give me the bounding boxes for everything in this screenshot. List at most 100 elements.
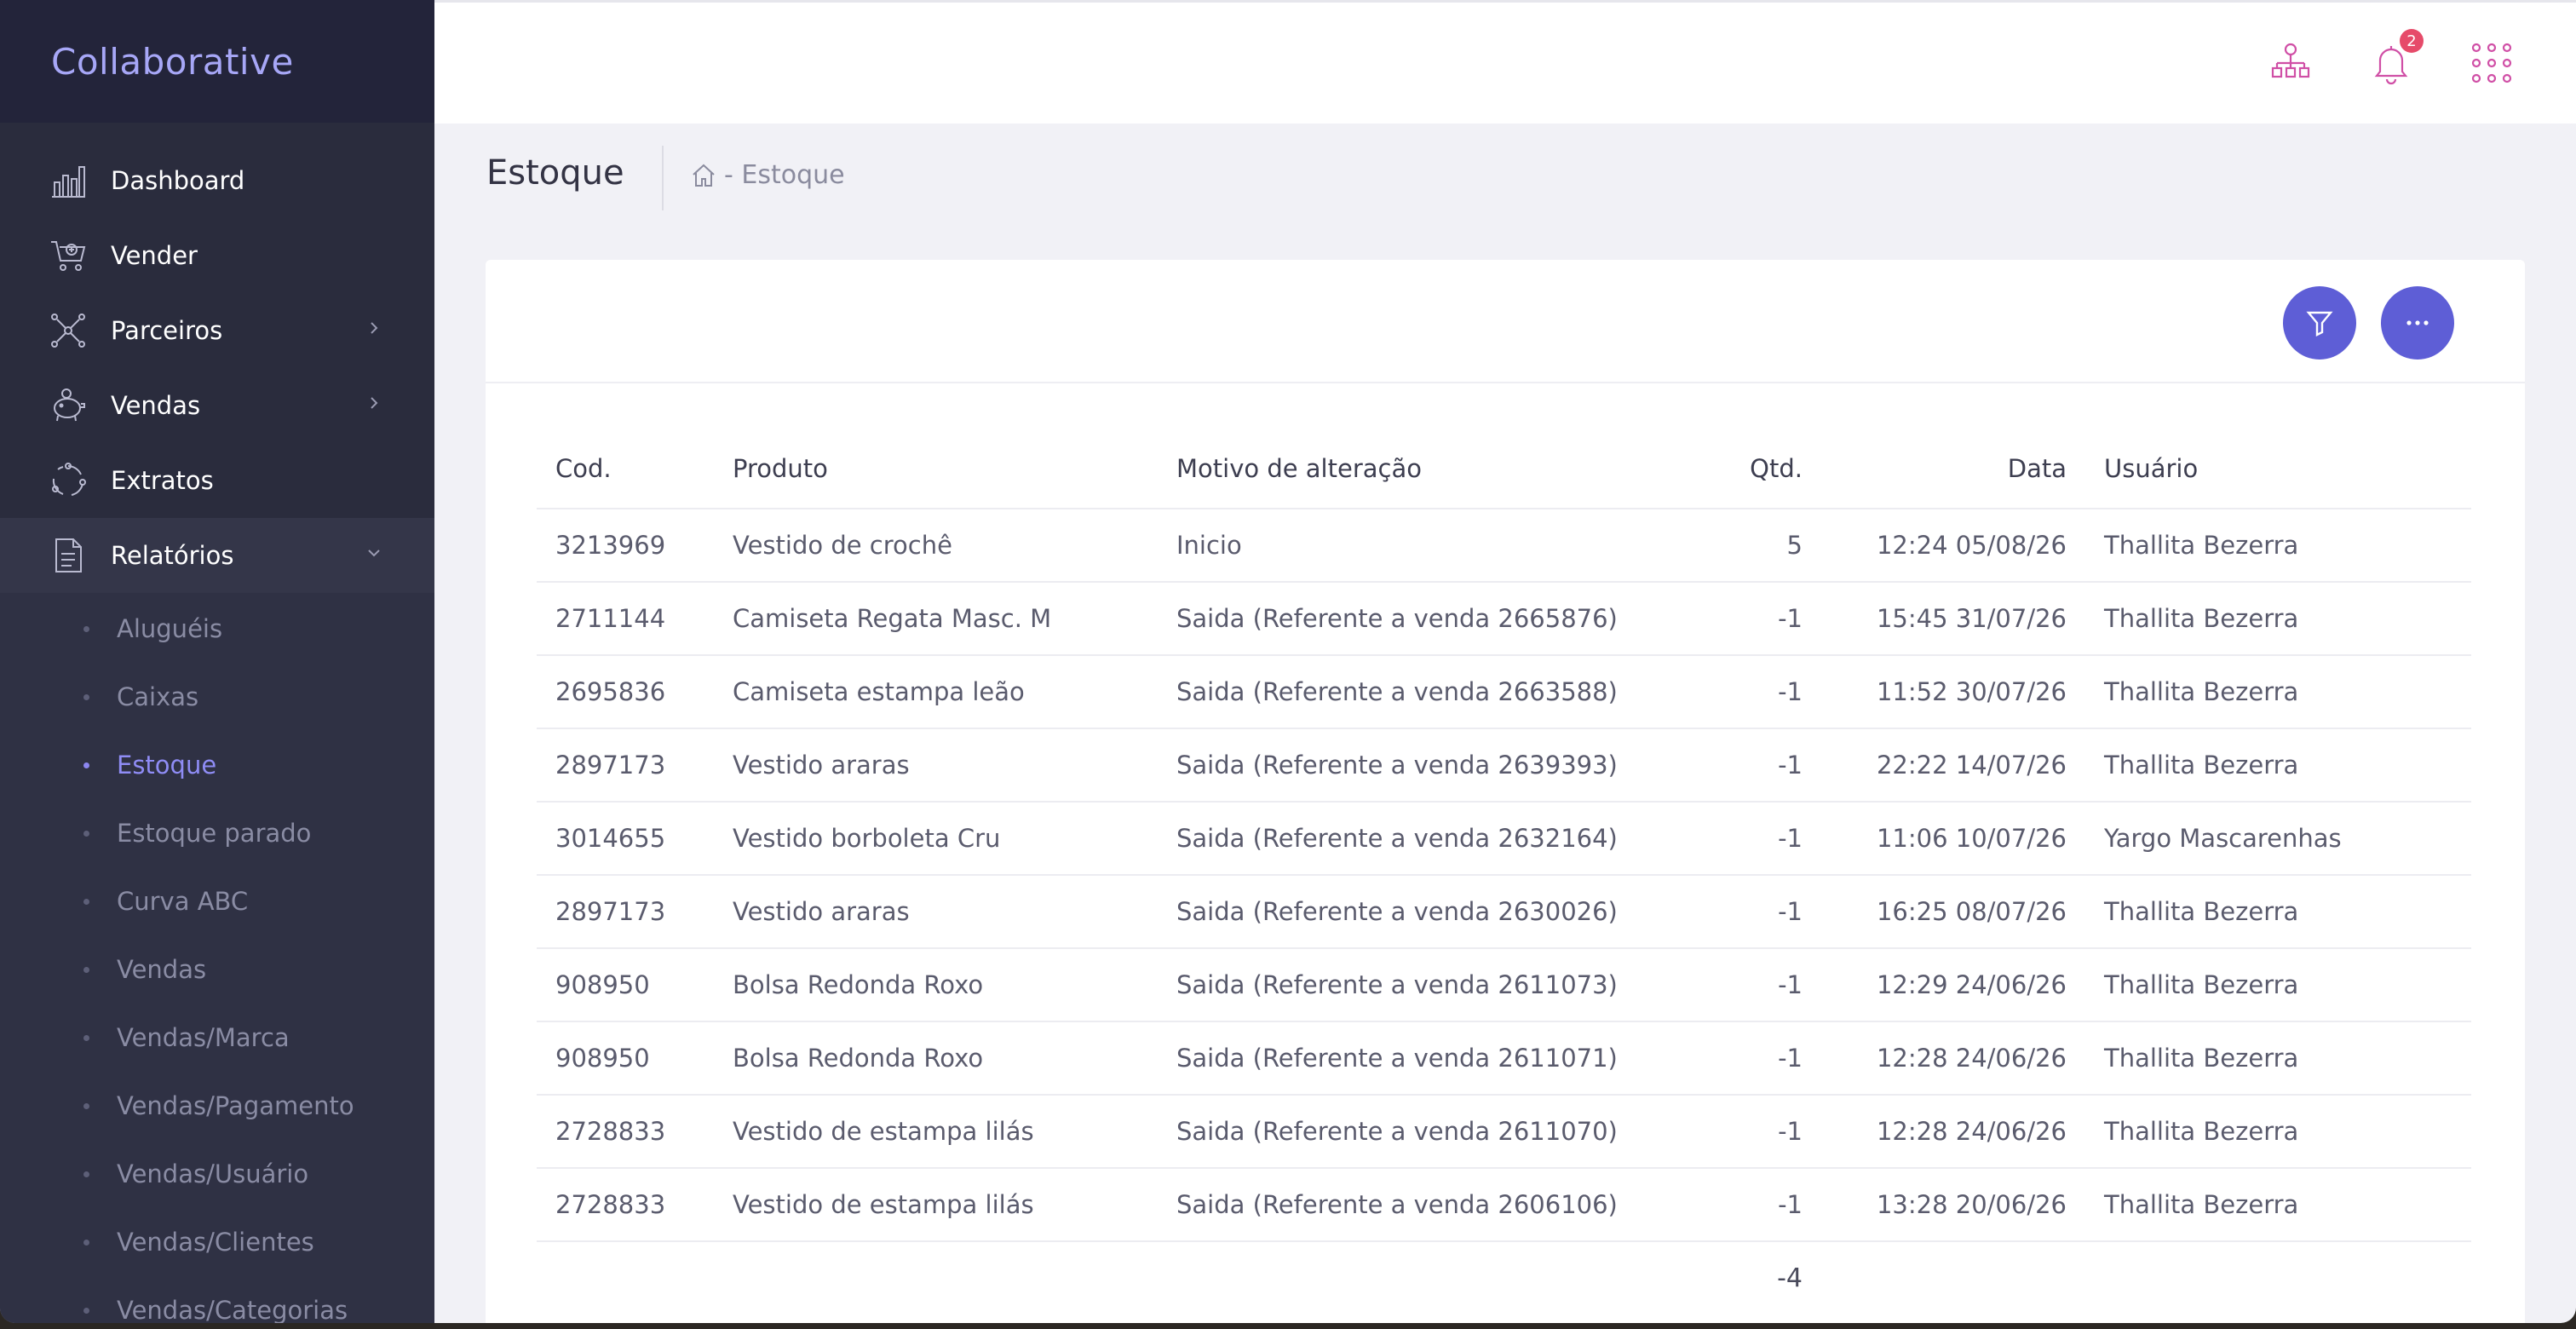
table-row: 908950 Bolsa Redonda Roxo Saida (Referen… bbox=[537, 948, 2471, 1022]
submenu-relatorios: Aluguéis Caixas Estoque Estoque parado C… bbox=[0, 593, 434, 1323]
cell-produto: Vestido de estampa lilás bbox=[714, 1095, 1158, 1169]
bullet-icon bbox=[83, 762, 89, 768]
submenu-item-estoque-parado[interactable]: Estoque parado bbox=[0, 799, 434, 867]
cell-qtd: -1 bbox=[1685, 948, 1821, 1022]
cell-usuario: Thallita Bezerra bbox=[2085, 728, 2471, 803]
sidebar-item-label: Relatórios bbox=[111, 541, 234, 570]
app-window: Collaborative Dashboard Vender Parceiros… bbox=[0, 0, 2576, 1323]
submenu-item-vendas-marca[interactable]: Vendas/Marca bbox=[0, 1004, 434, 1072]
cell-usuario: Thallita Bezerra bbox=[2085, 655, 2471, 729]
table-row: 2695836 Camiseta estampa leão Saida (Ref… bbox=[537, 655, 2471, 729]
cell-data: 15:45 31/07/26 bbox=[1821, 582, 2085, 656]
bullet-icon bbox=[83, 1239, 89, 1246]
cell-motivo: Inicio bbox=[1158, 509, 1685, 583]
submenu-item-vendas-usuario[interactable]: Vendas/Usuário bbox=[0, 1140, 434, 1208]
breadcrumb: - Estoque bbox=[690, 160, 845, 190]
stock-card: Cod. Produto Motivo de alteração Qtd. Da… bbox=[486, 260, 2525, 1323]
sidebar-item-label: Dashboard bbox=[111, 166, 245, 195]
cell-data: 12:29 24/06/26 bbox=[1821, 948, 2085, 1022]
sidebar: Collaborative Dashboard Vender Parceiros… bbox=[0, 0, 434, 1323]
table-row: 3014655 Vestido borboleta Cru Saida (Ref… bbox=[537, 802, 2471, 876]
sidebar-item-vendas[interactable]: Vendas bbox=[0, 368, 434, 443]
cell-cod: 2728833 bbox=[537, 1095, 714, 1169]
card-toolbar bbox=[486, 260, 2525, 383]
cell-cod: 3014655 bbox=[537, 802, 714, 876]
cell-qtd: -1 bbox=[1685, 655, 1821, 729]
column-header-cod[interactable]: Cod. bbox=[537, 429, 714, 509]
submenu-item-vendas-clientes[interactable]: Vendas/Clientes bbox=[0, 1208, 434, 1276]
submenu-item-vendas-categorias[interactable]: Vendas/Categorias bbox=[0, 1276, 434, 1323]
cell-motivo: Saida (Referente a venda 2632164) bbox=[1158, 802, 1685, 876]
cell-data: 12:28 24/06/26 bbox=[1821, 1095, 2085, 1169]
sidebar-item-vender[interactable]: Vender bbox=[0, 218, 434, 293]
cell-data: 11:52 30/07/26 bbox=[1821, 655, 2085, 729]
column-header-usuario[interactable]: Usuário bbox=[2085, 429, 2471, 509]
sidebar-item-extratos[interactable]: Extratos bbox=[0, 443, 434, 518]
submenu-item-curva-abc[interactable]: Curva ABC bbox=[0, 867, 434, 935]
cell-data: 16:25 08/07/26 bbox=[1821, 875, 2085, 949]
table-row: 3213969 Vestido de crochê Inicio 5 12:24… bbox=[537, 509, 2471, 583]
column-header-qtd[interactable]: Qtd. bbox=[1685, 429, 1821, 509]
cycle-icon bbox=[49, 462, 87, 499]
cell-cod: 2695836 bbox=[537, 655, 714, 729]
submenu-item-label: Aluguéis bbox=[117, 614, 223, 643]
org-chart-icon[interactable] bbox=[2268, 41, 2313, 85]
chevron-down-icon bbox=[368, 549, 380, 557]
bullet-icon bbox=[83, 966, 89, 973]
cell-data: 12:24 05/08/26 bbox=[1821, 509, 2085, 583]
submenu-item-vendas-pagamento[interactable]: Vendas/Pagamento bbox=[0, 1072, 434, 1140]
home-icon[interactable] bbox=[690, 162, 717, 189]
cell-usuario: Thallita Bezerra bbox=[2085, 1095, 2471, 1169]
cell-motivo: Saida (Referente a venda 2663588) bbox=[1158, 655, 1685, 729]
sidebar-item-dashboard[interactable]: Dashboard bbox=[0, 143, 434, 218]
table-row: 2897173 Vestido araras Saida (Referente … bbox=[537, 875, 2471, 949]
cell-produto: Bolsa Redonda Roxo bbox=[714, 1021, 1158, 1096]
column-header-data[interactable]: Data bbox=[1821, 429, 2085, 509]
cell-usuario: Thallita Bezerra bbox=[2085, 875, 2471, 949]
cell-data: 13:28 20/06/26 bbox=[1821, 1168, 2085, 1242]
submenu-item-alugueis[interactable]: Aluguéis bbox=[0, 595, 434, 663]
sidebar-item-relatorios[interactable]: Relatórios bbox=[0, 518, 434, 593]
column-header-produto[interactable]: Produto bbox=[714, 429, 1158, 509]
cell-empty bbox=[1158, 1241, 1685, 1315]
top-bar bbox=[434, 0, 2576, 124]
sidebar-item-label: Parceiros bbox=[111, 316, 223, 345]
submenu-item-vendas[interactable]: Vendas bbox=[0, 935, 434, 1004]
cell-cod: 2897173 bbox=[537, 875, 714, 949]
sidebar-item-label: Vender bbox=[111, 241, 198, 270]
chevron-right-icon bbox=[371, 397, 378, 409]
sidebar-item-parceiros[interactable]: Parceiros bbox=[0, 293, 434, 368]
apps-grid-icon[interactable] bbox=[2470, 41, 2514, 85]
submenu-item-label: Vendas bbox=[117, 955, 207, 984]
cell-cod: 2897173 bbox=[537, 728, 714, 803]
submenu-item-caixas[interactable]: Caixas bbox=[0, 663, 434, 731]
cell-data: 22:22 14/07/26 bbox=[1821, 728, 2085, 803]
bullet-icon bbox=[83, 898, 89, 905]
submenu-item-estoque[interactable]: Estoque bbox=[0, 731, 434, 799]
cell-data: 11:06 10/07/26 bbox=[1821, 802, 2085, 876]
filter-button[interactable] bbox=[2283, 286, 2356, 360]
submenu-item-label: Vendas/Usuário bbox=[117, 1159, 309, 1188]
table-total-row: -4 bbox=[537, 1241, 2471, 1315]
bullet-icon bbox=[83, 1171, 89, 1177]
sidebar-item-label: Extratos bbox=[111, 466, 214, 495]
cell-cod: 908950 bbox=[537, 1021, 714, 1096]
brand[interactable]: Collaborative bbox=[0, 0, 434, 123]
chevron-right-icon bbox=[371, 322, 378, 334]
cell-motivo: Saida (Referente a venda 2639393) bbox=[1158, 728, 1685, 803]
cell-qtd: -1 bbox=[1685, 1021, 1821, 1096]
page-title: Estoque bbox=[486, 153, 624, 193]
table-row: 2728833 Vestido de estampa lilás Saida (… bbox=[537, 1095, 2471, 1169]
bullet-icon bbox=[83, 625, 89, 632]
cell-qtd: -1 bbox=[1685, 802, 1821, 876]
more-options-button[interactable] bbox=[2381, 286, 2454, 360]
cell-produto: Camiseta Regata Masc. M bbox=[714, 582, 1158, 656]
breadcrumb-current: - Estoque bbox=[724, 160, 845, 190]
cell-cod: 3213969 bbox=[537, 509, 714, 583]
cell-usuario: Yargo Mascarenhas bbox=[2085, 802, 2471, 876]
bullet-icon bbox=[83, 1102, 89, 1109]
column-header-motivo[interactable]: Motivo de alteração bbox=[1158, 429, 1685, 509]
total-qtd: -4 bbox=[1777, 1263, 1803, 1293]
cell-motivo: Saida (Referente a venda 2606106) bbox=[1158, 1168, 1685, 1242]
table-row: 2711144 Camiseta Regata Masc. M Saida (R… bbox=[537, 582, 2471, 656]
